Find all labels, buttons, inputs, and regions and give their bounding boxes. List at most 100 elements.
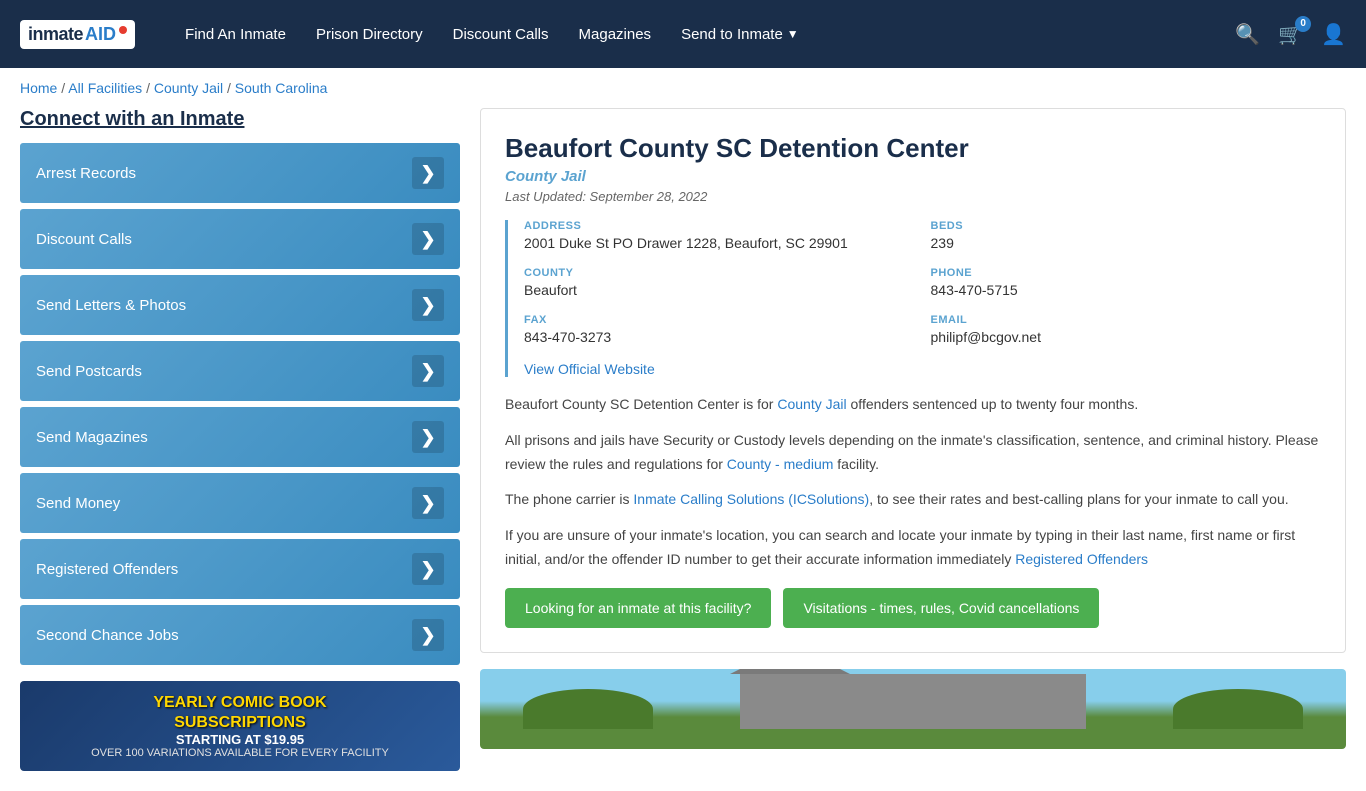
sidebar-label-send-letters: Send Letters & Photos	[36, 297, 186, 314]
facility-name: Beaufort County SC Detention Center	[505, 133, 1321, 164]
facility-info: ADDRESS 2001 Duke St PO Drawer 1228, Bea…	[505, 220, 1321, 377]
sidebar-btn-discount-calls[interactable]: Discount Calls ❯	[20, 209, 460, 269]
facility-updated: Last Updated: September 28, 2022	[505, 189, 1321, 204]
ad-subtitle: OVER 100 VARIATIONS AVAILABLE FOR EVERY …	[91, 747, 389, 759]
county-label: COUNTY	[524, 267, 915, 279]
arrow-icon-second-chance-jobs: ❯	[412, 619, 444, 651]
search-icon[interactable]: 🔍	[1235, 22, 1260, 47]
desc-3-end: , to see their rates and best-calling pl…	[869, 491, 1288, 507]
sidebar-label-send-postcards: Send Postcards	[36, 363, 142, 380]
desc-para-4: If you are unsure of your inmate's locat…	[505, 524, 1321, 572]
main-content: Connect with an Inmate Arrest Records ❯ …	[0, 108, 1366, 791]
desc-1-end: offenders sentenced up to twenty four mo…	[847, 396, 1139, 412]
desc-para-3: The phone carrier is Inmate Calling Solu…	[505, 488, 1321, 512]
cart-icon[interactable]: 🛒 0	[1278, 22, 1303, 47]
fax-label: FAX	[524, 314, 915, 326]
registered-offenders-link[interactable]: Registered Offenders	[1015, 551, 1148, 567]
arrow-icon-registered-offenders: ❯	[412, 553, 444, 585]
desc-para-2: All prisons and jails have Security or C…	[505, 429, 1321, 477]
sidebar-btn-send-postcards[interactable]: Send Postcards ❯	[20, 341, 460, 401]
phone-value: 843-470-5715	[931, 282, 1322, 298]
nav-send-to-inmate-label: Send to Inmate	[681, 26, 783, 43]
action-buttons: Looking for an inmate at this facility? …	[505, 588, 1321, 628]
ad-title: YEARLY COMIC BOOKSUBSCRIPTIONS	[91, 693, 389, 731]
desc-3-text: The phone carrier is	[505, 491, 633, 507]
desc-4-text: If you are unsure of your inmate's locat…	[505, 527, 1295, 567]
facility-card: Beaufort County SC Detention Center Coun…	[480, 108, 1346, 653]
nav-find-inmate[interactable]: Find An Inmate	[185, 26, 286, 43]
cart-badge: 0	[1295, 16, 1311, 32]
sidebar-btn-arrest-records[interactable]: Arrest Records ❯	[20, 143, 460, 203]
phone-label: PHONE	[931, 267, 1322, 279]
beds-group: BEDS 239	[931, 220, 1322, 251]
sidebar: Connect with an Inmate Arrest Records ❯ …	[20, 108, 460, 771]
main-nav: Find An Inmate Prison Directory Discount…	[185, 26, 1205, 43]
sidebar-btn-second-chance-jobs[interactable]: Second Chance Jobs ❯	[20, 605, 460, 665]
user-icon[interactable]: 👤	[1321, 22, 1346, 47]
sidebar-btn-send-money[interactable]: Send Money ❯	[20, 473, 460, 533]
email-group: EMAIL philipf@bcgov.net	[931, 314, 1322, 345]
roof-decoration	[730, 669, 850, 674]
fax-group: FAX 843-470-3273	[524, 314, 915, 345]
sidebar-label-send-money: Send Money	[36, 495, 120, 512]
sidebar-title: Connect with an Inmate	[20, 108, 460, 131]
sidebar-label-discount-calls: Discount Calls	[36, 231, 132, 248]
breadcrumb-sep-3: /	[227, 80, 235, 96]
breadcrumb-sep-2: /	[146, 80, 154, 96]
website-group: View Official Website	[524, 361, 915, 377]
sidebar-btn-registered-offenders[interactable]: Registered Offenders ❯	[20, 539, 460, 599]
arrow-icon-arrest-records: ❯	[412, 157, 444, 189]
nav-magazines[interactable]: Magazines	[579, 26, 652, 43]
arrow-icon-send-magazines: ❯	[412, 421, 444, 453]
chevron-down-icon: ▼	[787, 27, 799, 41]
email-label: EMAIL	[931, 314, 1322, 326]
nav-send-to-inmate[interactable]: Send to Inmate ▼	[681, 26, 799, 43]
arrow-icon-discount-calls: ❯	[412, 223, 444, 255]
logo-aid: AID	[85, 24, 116, 45]
trees-right-decoration	[1173, 689, 1303, 729]
beds-value: 239	[931, 235, 1322, 251]
breadcrumb-county-jail[interactable]: County Jail	[154, 80, 223, 96]
find-inmate-button[interactable]: Looking for an inmate at this facility?	[505, 588, 771, 628]
logo-area[interactable]: inmate AID	[20, 20, 135, 49]
facility-description: Beaufort County SC Detention Center is f…	[505, 393, 1321, 572]
county-jail-link-1[interactable]: County Jail	[777, 396, 846, 412]
county-value: Beaufort	[524, 282, 915, 298]
ad-price: STARTING AT $19.95	[91, 732, 389, 747]
ics-link[interactable]: Inmate Calling Solutions (ICSolutions)	[633, 491, 869, 507]
sidebar-label-registered-offenders: Registered Offenders	[36, 561, 178, 578]
breadcrumb-home[interactable]: Home	[20, 80, 57, 96]
breadcrumb-south-carolina[interactable]: South Carolina	[235, 80, 328, 96]
email-value: philipf@bcgov.net	[931, 329, 1322, 345]
trees-left-decoration	[523, 689, 653, 729]
desc-1-text: Beaufort County SC Detention Center is f…	[505, 396, 777, 412]
sidebar-label-second-chance-jobs: Second Chance Jobs	[36, 627, 179, 644]
facility-photo	[480, 669, 1346, 749]
county-medium-link[interactable]: County - medium	[727, 456, 834, 472]
nav-prison-directory[interactable]: Prison Directory	[316, 26, 423, 43]
arrow-icon-send-money: ❯	[412, 487, 444, 519]
address-label: ADDRESS	[524, 220, 915, 232]
address-value: 2001 Duke St PO Drawer 1228, Beaufort, S…	[524, 235, 915, 251]
visitation-button[interactable]: Visitations - times, rules, Covid cancel…	[783, 588, 1099, 628]
ad-content: YEARLY COMIC BOOKSUBSCRIPTIONS STARTING …	[81, 683, 399, 768]
sidebar-btn-send-magazines[interactable]: Send Magazines ❯	[20, 407, 460, 467]
header-icons: 🔍 🛒 0 👤	[1235, 22, 1346, 47]
header: inmate AID Find An Inmate Prison Directo…	[0, 0, 1366, 68]
arrow-icon-send-letters: ❯	[412, 289, 444, 321]
building-decoration	[740, 674, 1086, 729]
facility-content: Beaufort County SC Detention Center Coun…	[480, 108, 1346, 771]
county-group: COUNTY Beaufort	[524, 267, 915, 298]
breadcrumb-all-facilities[interactable]: All Facilities	[68, 80, 142, 96]
desc-2-text: All prisons and jails have Security or C…	[505, 432, 1318, 472]
address-group: ADDRESS 2001 Duke St PO Drawer 1228, Bea…	[524, 220, 915, 251]
phone-group: PHONE 843-470-5715	[931, 267, 1322, 298]
sidebar-advertisement[interactable]: YEARLY COMIC BOOKSUBSCRIPTIONS STARTING …	[20, 681, 460, 771]
desc-2-end: facility.	[833, 456, 879, 472]
website-link[interactable]: View Official Website	[524, 361, 655, 377]
facility-type: County Jail	[505, 168, 1321, 185]
sidebar-label-send-magazines: Send Magazines	[36, 429, 148, 446]
breadcrumb: Home / All Facilities / County Jail / So…	[0, 68, 1366, 108]
nav-discount-calls[interactable]: Discount Calls	[453, 26, 549, 43]
sidebar-btn-send-letters[interactable]: Send Letters & Photos ❯	[20, 275, 460, 335]
